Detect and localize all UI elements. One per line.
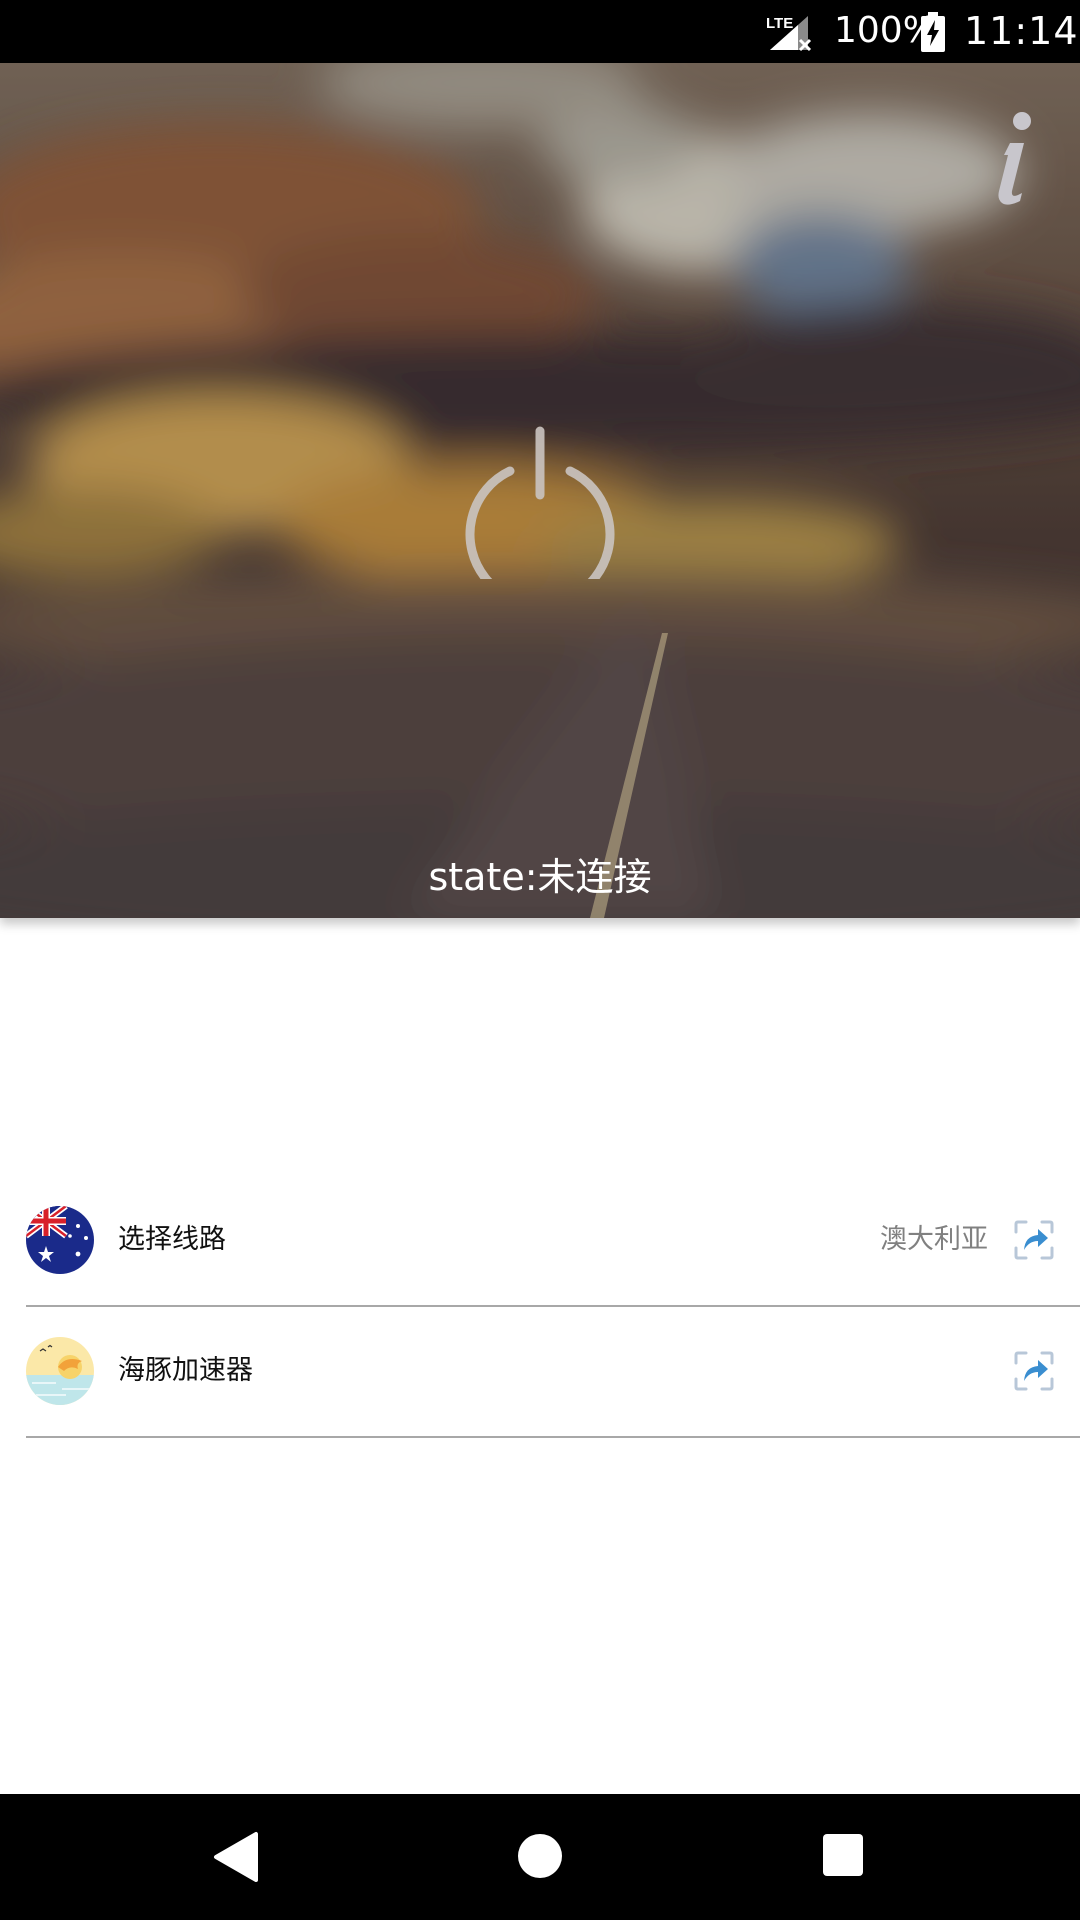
hero-panel: state:未连接 xyxy=(0,63,1080,918)
select-line-label: 选择线路 xyxy=(118,1224,226,1255)
battery-charging-icon xyxy=(921,12,945,52)
svg-text:LTE: LTE xyxy=(766,15,793,32)
info-icon[interactable] xyxy=(980,103,1040,213)
share-icon[interactable] xyxy=(1012,1218,1056,1262)
home-icon[interactable] xyxy=(518,1834,562,1878)
app-row[interactable]: 海豚加速器 xyxy=(0,1306,1080,1436)
screen: LTE 100% 11:14 state:未连接 选择线路 澳大利亚 海豚加速器 xyxy=(0,0,1080,1920)
divider xyxy=(26,1436,1080,1438)
clock: 11:14 xyxy=(964,9,1079,53)
australia-flag-icon xyxy=(26,1206,94,1274)
lte-signal-icon: LTE xyxy=(766,15,812,52)
dolphin-app-icon xyxy=(26,1337,94,1405)
power-icon[interactable] xyxy=(462,423,618,579)
share-icon[interactable] xyxy=(1012,1349,1056,1393)
selected-region-value: 澳大利亚 xyxy=(880,1224,988,1255)
status-bar: LTE 100% 11:14 xyxy=(0,0,1080,63)
back-icon[interactable] xyxy=(210,1830,260,1884)
connection-state-text: state:未连接 xyxy=(428,855,652,899)
navigation-bar xyxy=(0,1794,1080,1920)
select-line-row[interactable]: 选择线路 澳大利亚 xyxy=(0,1175,1080,1305)
recents-icon[interactable] xyxy=(823,1834,863,1876)
app-name-label: 海豚加速器 xyxy=(118,1355,253,1386)
